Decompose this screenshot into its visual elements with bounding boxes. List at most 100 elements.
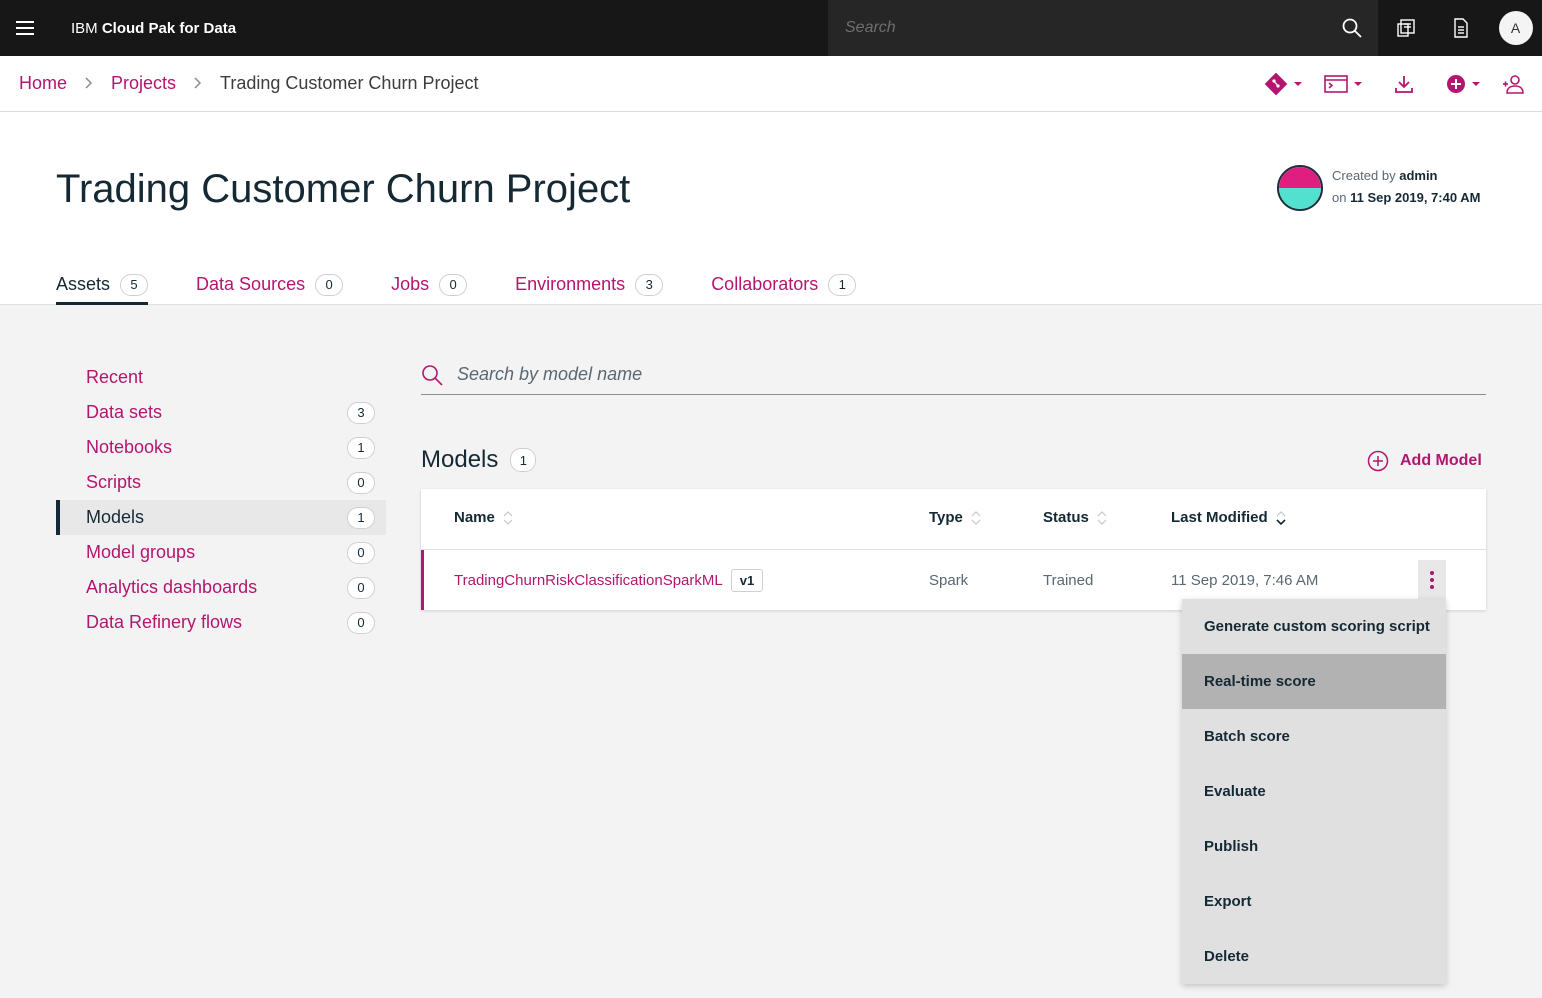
global-search-input[interactable] — [828, 19, 1308, 37]
caret-down-icon — [1354, 82, 1362, 86]
sidebar-item-recent[interactable]: Recent — [56, 360, 386, 395]
model-search — [421, 355, 1486, 395]
column-status[interactable]: Status — [1043, 509, 1107, 526]
sort-icon — [1097, 510, 1107, 525]
top-bar: IBM Cloud Pak for Data A — [0, 0, 1542, 56]
menu-item-evaluate[interactable]: Evaluate — [1182, 764, 1446, 819]
model-search-input[interactable] — [457, 364, 1357, 385]
breadcrumb-projects[interactable]: Projects — [111, 73, 176, 94]
tab-count: 0 — [439, 273, 468, 296]
tab-label: Collaborators — [711, 274, 819, 294]
project-actions — [1264, 56, 1524, 112]
tab-label: Environments — [515, 274, 626, 294]
sidebar-item-notebooks[interactable]: Notebooks 1 — [56, 430, 386, 465]
user-initial: A — [1498, 11, 1533, 45]
sidebar-item-label: Models — [86, 507, 145, 527]
git-menu-button[interactable] — [1264, 56, 1302, 112]
sidebar-item-model-groups[interactable]: Model groups 0 — [56, 535, 386, 570]
sidebar-item-count: 0 — [347, 541, 375, 564]
created-by-label: Created by — [1332, 168, 1396, 183]
add-model-label: Add Model — [1400, 452, 1482, 469]
catalog-icon[interactable] — [1378, 0, 1433, 56]
sidebar-item-count: 3 — [347, 401, 375, 424]
add-circle-icon — [1447, 75, 1465, 93]
search-icon — [422, 364, 443, 386]
brand-prefix: IBM — [71, 19, 98, 37]
tab-label: Data Sources — [196, 274, 306, 294]
column-label: Name — [454, 509, 495, 526]
created-on-date: 11 Sep 2019, 7:40 AM — [1350, 190, 1481, 205]
sidebar-item-label: Data Refinery flows — [86, 612, 243, 632]
column-last-modified[interactable]: Last Modified — [1171, 509, 1286, 526]
sidebar-item-label: Recent — [86, 367, 144, 387]
overflow-menu: Generate custom scoring script Real-time… — [1182, 599, 1446, 984]
brand-logo[interactable]: IBM Cloud Pak for Data — [71, 20, 236, 37]
sidebar-item-count: 0 — [347, 471, 375, 494]
menu-item-real-time-score[interactable]: Real-time score — [1182, 654, 1446, 709]
hamburger-menu-icon[interactable] — [0, 0, 50, 56]
add-model-button[interactable]: Add Model — [1367, 450, 1482, 472]
menu-item-delete[interactable]: Delete — [1182, 929, 1446, 984]
sort-icon — [503, 510, 513, 525]
column-label: Last Modified — [1171, 509, 1268, 526]
terminal-menu-button[interactable] — [1324, 56, 1362, 112]
column-name[interactable]: Name — [454, 509, 513, 526]
git-icon — [1264, 72, 1288, 96]
sidebar-item-scripts[interactable]: Scripts 0 — [56, 465, 386, 500]
add-user-icon — [1503, 75, 1524, 94]
add-collaborator-button[interactable] — [1502, 56, 1524, 112]
creator-avatar — [1277, 165, 1323, 211]
menu-item-publish[interactable]: Publish — [1182, 819, 1446, 874]
project-header: Trading Customer Churn Project Created b… — [0, 112, 1542, 305]
asset-type-nav: Recent Data sets 3 Notebooks 1 Scripts 0… — [56, 360, 386, 640]
brand-name: Cloud Pak for Data — [101, 19, 237, 37]
overflow-menu-icon[interactable] — [1418, 560, 1446, 600]
model-type-cell: Spark — [929, 571, 969, 589]
tab-count: 1 — [828, 273, 857, 296]
tab-data-sources[interactable]: Data Sources 0 — [196, 264, 344, 305]
tab-assets[interactable]: Assets 5 — [56, 264, 149, 305]
tab-label: Jobs — [391, 274, 430, 294]
sidebar-item-data-refinery-flows[interactable]: Data Refinery flows 0 — [56, 605, 386, 640]
sidebar-item-count: 1 — [347, 436, 375, 459]
section-count: 1 — [510, 448, 537, 472]
version-badge: v1 — [730, 568, 764, 592]
breadcrumb-current: Trading Customer Churn Project — [220, 73, 479, 93]
column-type[interactable]: Type — [929, 509, 981, 526]
sidebar-item-label: Data sets — [86, 402, 163, 422]
sidebar-item-count: 1 — [347, 506, 375, 529]
download-icon — [1395, 76, 1413, 93]
sidebar-item-label: Scripts — [86, 472, 142, 492]
menu-item-export[interactable]: Export — [1182, 874, 1446, 929]
tab-jobs[interactable]: Jobs 0 — [391, 264, 468, 305]
document-icon[interactable] — [1433, 0, 1488, 56]
menu-item-batch-score[interactable]: Batch score — [1182, 709, 1446, 764]
search-icon[interactable] — [1342, 18, 1362, 43]
add-to-project-button[interactable] — [1446, 56, 1480, 112]
tab-label: Assets — [56, 274, 111, 294]
project-tabs: Assets 5 Data Sources 0 Jobs 0 Environme… — [56, 264, 857, 305]
tab-count: 0 — [315, 273, 344, 296]
sidebar-item-data-sets[interactable]: Data sets 3 — [56, 395, 386, 430]
sort-icon — [971, 510, 981, 525]
menu-item-generate-scoring-script[interactable]: Generate custom scoring script — [1182, 599, 1446, 654]
tab-count: 5 — [120, 273, 149, 296]
tab-collaborators[interactable]: Collaborators 1 — [711, 264, 857, 305]
breadcrumb-home[interactable]: Home — [19, 73, 67, 94]
model-name-link[interactable]: TradingChurnRiskClassificationSparkML — [454, 572, 723, 589]
user-avatar[interactable]: A — [1488, 0, 1542, 56]
models-table: Name Type Status Last Modified TradingCh… — [421, 489, 1486, 610]
sidebar-item-label: Notebooks — [86, 437, 173, 457]
sidebar-item-analytics-dashboards[interactable]: Analytics dashboards 0 — [56, 570, 386, 605]
chevron-right-icon — [194, 76, 202, 92]
sidebar-item-models[interactable]: Models 1 — [56, 500, 386, 535]
download-button[interactable] — [1384, 56, 1424, 112]
tab-environments[interactable]: Environments 3 — [515, 264, 664, 305]
table-header: Name Type Status Last Modified — [421, 489, 1486, 550]
terminal-icon — [1324, 75, 1348, 93]
model-status-cell: Trained — [1043, 571, 1094, 589]
tab-count: 3 — [635, 273, 664, 296]
model-name-cell: TradingChurnRiskClassificationSparkML v1 — [454, 550, 764, 610]
section-title: Models — [421, 446, 499, 473]
add-circle-icon — [1367, 450, 1389, 472]
